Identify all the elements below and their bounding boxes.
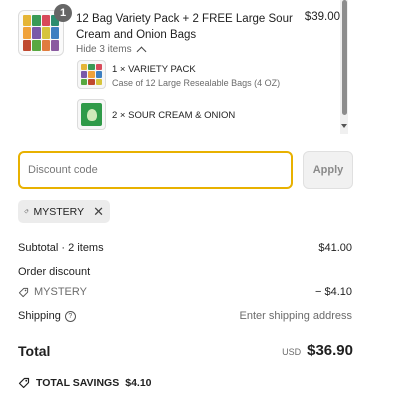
scroll-down-arrow-icon[interactable] [341,124,347,128]
applied-code: MYSTERY [33,205,85,218]
total-savings: TOTAL SAVINGS $4.10 [18,377,152,389]
discount-code-row: MYSTERY [18,286,87,298]
tag-icon [18,377,30,389]
tag-icon [24,209,29,214]
scrollbar-thumb[interactable] [342,0,347,115]
order-discount-label: Order discount [18,266,91,278]
subtotal-value: $41.00 [318,242,352,254]
total-value: $36.90 [307,342,353,359]
info-icon[interactable]: ? [64,310,76,322]
currency-code: USD [282,347,302,357]
discount-code-input[interactable] [18,151,293,189]
total-savings-label: TOTAL SAVINGS [36,377,120,389]
discount-value: − $4.10 [314,286,352,298]
tag-icon [18,287,29,297]
component-line: 2 × SOUR CREAM & ONION [112,110,236,121]
applied-discount-chip: MYSTERY ✕ [18,200,110,223]
shipping-value: Enter shipping address [239,310,352,322]
total-label: Total [18,343,51,359]
total-savings-value: $4.10 [125,377,152,389]
sour-cream-onion-thumbnail [77,99,106,130]
product-price: $39.00 [304,11,340,23]
shipping-row: Shipping ? [18,310,76,322]
component-detail: Case of 12 Large Resealable Bags (4 OZ) [112,78,281,88]
hide-items-toggle[interactable]: Hide 3 items [76,44,147,56]
component-line: 1 × VARIETY PACK [112,64,196,75]
variety-pack-thumbnail [77,60,106,89]
total-value-row: USD $36.90 [282,342,353,359]
discount-code-name: MYSTERY [34,286,87,298]
shipping-label: Shipping [18,310,61,322]
product-title: 12 Bag Variety Pack + 2 FREE Large Sour … [76,13,293,41]
subtotal-label: Subtotal · 2 items [18,242,104,254]
quantity-badge: 1 [54,4,72,22]
remove-discount-icon[interactable]: ✕ [93,205,104,218]
apply-button[interactable]: Apply [303,151,353,189]
hide-items-label: Hide 3 items [76,44,132,55]
chevron-up-icon [136,46,147,56]
